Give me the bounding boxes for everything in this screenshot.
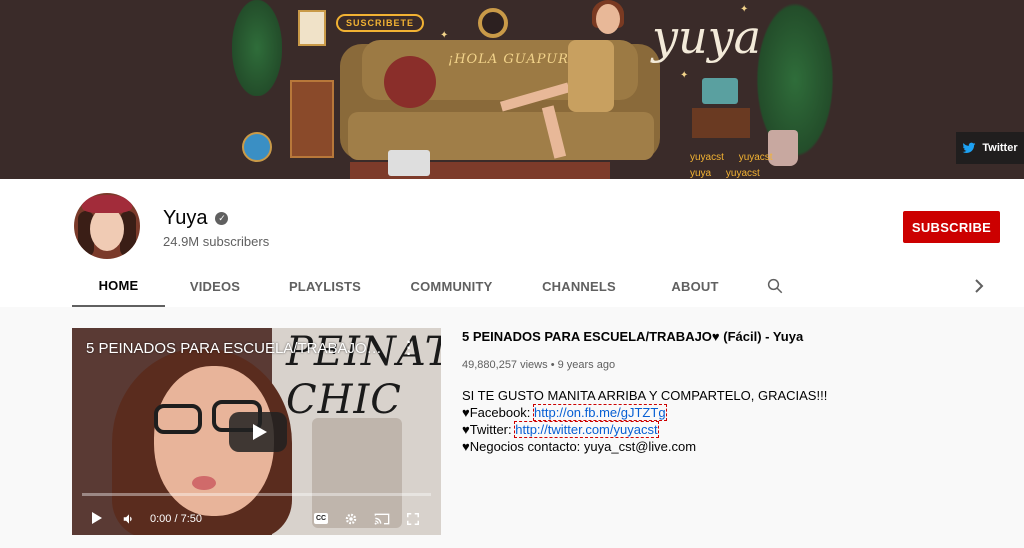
twitter-link[interactable]: http://twitter.com/yuyacst xyxy=(514,421,659,438)
record-player-illustration xyxy=(702,78,738,104)
side-table-illustration xyxy=(692,108,750,138)
channel-name: Yuya xyxy=(163,207,208,229)
subtitles-icon[interactable]: CC xyxy=(314,513,328,524)
plant-illustration xyxy=(232,0,282,96)
wall-frame xyxy=(298,10,326,46)
video-info: 5 PEINADOS PARA ESCUELA/TRABAJO♥ (Fácil)… xyxy=(462,329,1002,455)
subscribe-sign-art: SUSCRIBETE xyxy=(336,14,425,32)
mirror-illustration xyxy=(478,8,508,38)
avatar-face xyxy=(90,207,124,251)
channel-name-row: Yuya ✓ xyxy=(163,207,229,230)
progress-bar[interactable] xyxy=(82,493,431,496)
channel-banner: SUSCRIBETE ¡HOLA GUAPURAS! yuya yuyacst … xyxy=(0,0,1024,179)
subscriber-count: 24.9M subscribers xyxy=(163,234,270,249)
verified-icon: ✓ xyxy=(215,212,229,225)
avatar-hat xyxy=(82,195,132,213)
desc-twitter-line: ♥Twitter: http://twitter.com/yuyacst xyxy=(462,421,1002,438)
tab-home[interactable]: HOME xyxy=(72,265,165,307)
star-decoration: ✦ xyxy=(440,30,449,41)
search-icon[interactable] xyxy=(766,277,784,295)
typewriter-illustration xyxy=(388,150,430,176)
video-description: SI TE GUSTO MANITA ARRIBA Y COMPARTELO, … xyxy=(462,387,1002,455)
tab-community[interactable]: COMMUNITY xyxy=(385,265,518,307)
player-overlay-title[interactable]: 5 PEINADOS PARA ESCUELA/TRABAJO♥ ... xyxy=(86,340,386,357)
star-decoration: ✦ xyxy=(740,4,749,15)
twitter-handle-art: yuyacst xyxy=(690,152,724,163)
youtube-handle-art: yuyacst xyxy=(725,168,760,179)
tab-videos[interactable]: VIDEOS xyxy=(165,265,265,307)
channel-tabs: HOME VIDEOS PLAYLISTS COMMUNITY CHANNELS… xyxy=(72,265,750,307)
tab-channels[interactable]: CHANNELS xyxy=(518,265,640,307)
cast-icon[interactable] xyxy=(374,512,390,526)
thumbnail-lips xyxy=(192,476,216,490)
video-title[interactable]: 5 PEINADOS PARA ESCUELA/TRABAJO♥ (Fácil)… xyxy=(462,329,1002,344)
star-decoration: ✦ xyxy=(680,70,689,81)
play-icon xyxy=(252,424,267,440)
instagram-handle-art: yuyacst xyxy=(738,152,773,163)
player-controls: 0:00 / 7:50 CC xyxy=(72,504,441,535)
facebook-handle-art: yuya xyxy=(690,168,712,179)
banner-twitter-link[interactable]: Twitter xyxy=(956,132,1024,164)
channel-header: Yuya ✓ 24.9M subscribers SUBSCRIBE HOME … xyxy=(0,179,1024,307)
main-content: PEINATE CHIC 5 PEINADOS PARA ESCUELA/TRA… xyxy=(0,307,1024,548)
chevron-right-icon[interactable] xyxy=(972,277,986,295)
globe-illustration xyxy=(242,132,272,162)
facebook-prefix: ♥Facebook: xyxy=(462,405,535,420)
girl-illustration xyxy=(568,40,614,112)
desc-business-line: ♥Negocios contacto: yuya_cst@live.com xyxy=(462,439,697,454)
thumbnail-glasses xyxy=(154,404,202,434)
banner-script-name: yuya xyxy=(652,10,762,64)
subscribe-button[interactable]: SUBSCRIBE xyxy=(903,211,1000,243)
cabinet-illustration xyxy=(290,80,334,158)
gear-icon[interactable] xyxy=(344,512,358,526)
twitter-prefix: ♥Twitter: xyxy=(462,422,516,437)
fullscreen-icon[interactable] xyxy=(406,512,420,526)
play-icon[interactable] xyxy=(92,512,102,524)
pillow-illustration xyxy=(384,56,436,108)
twitter-link-label: Twitter xyxy=(982,142,1018,154)
facebook-link[interactable]: http://on.fb.me/gJTZTg xyxy=(533,404,667,421)
meta-separator: • xyxy=(550,359,558,371)
volume-icon[interactable] xyxy=(122,512,136,526)
view-count: 49,880,257 views xyxy=(462,359,548,371)
desc-facebook-line: ♥Facebook: http://on.fb.me/gJTZTg xyxy=(462,404,1002,421)
large-play-button[interactable] xyxy=(229,412,287,452)
avatar[interactable] xyxy=(74,193,140,259)
time-display: 0:00 / 7:50 xyxy=(150,513,202,525)
banner-socials: yuyacst yuyacst yuya yuyacst xyxy=(690,150,785,179)
twitter-icon xyxy=(962,142,976,154)
tab-playlists[interactable]: PLAYLISTS xyxy=(265,265,385,307)
girl-head xyxy=(596,4,620,34)
video-meta: 49,880,257 views • 9 years ago xyxy=(462,359,1002,371)
desc-line: SI TE GUSTO MANITA ARRIBA Y COMPARTELO, … xyxy=(462,388,828,403)
more-options-icon[interactable]: · · · xyxy=(404,335,414,363)
video-player[interactable]: PEINATE CHIC 5 PEINADOS PARA ESCUELA/TRA… xyxy=(72,328,441,535)
tab-about[interactable]: ABOUT xyxy=(640,265,750,307)
upload-age: 9 years ago xyxy=(557,359,616,371)
